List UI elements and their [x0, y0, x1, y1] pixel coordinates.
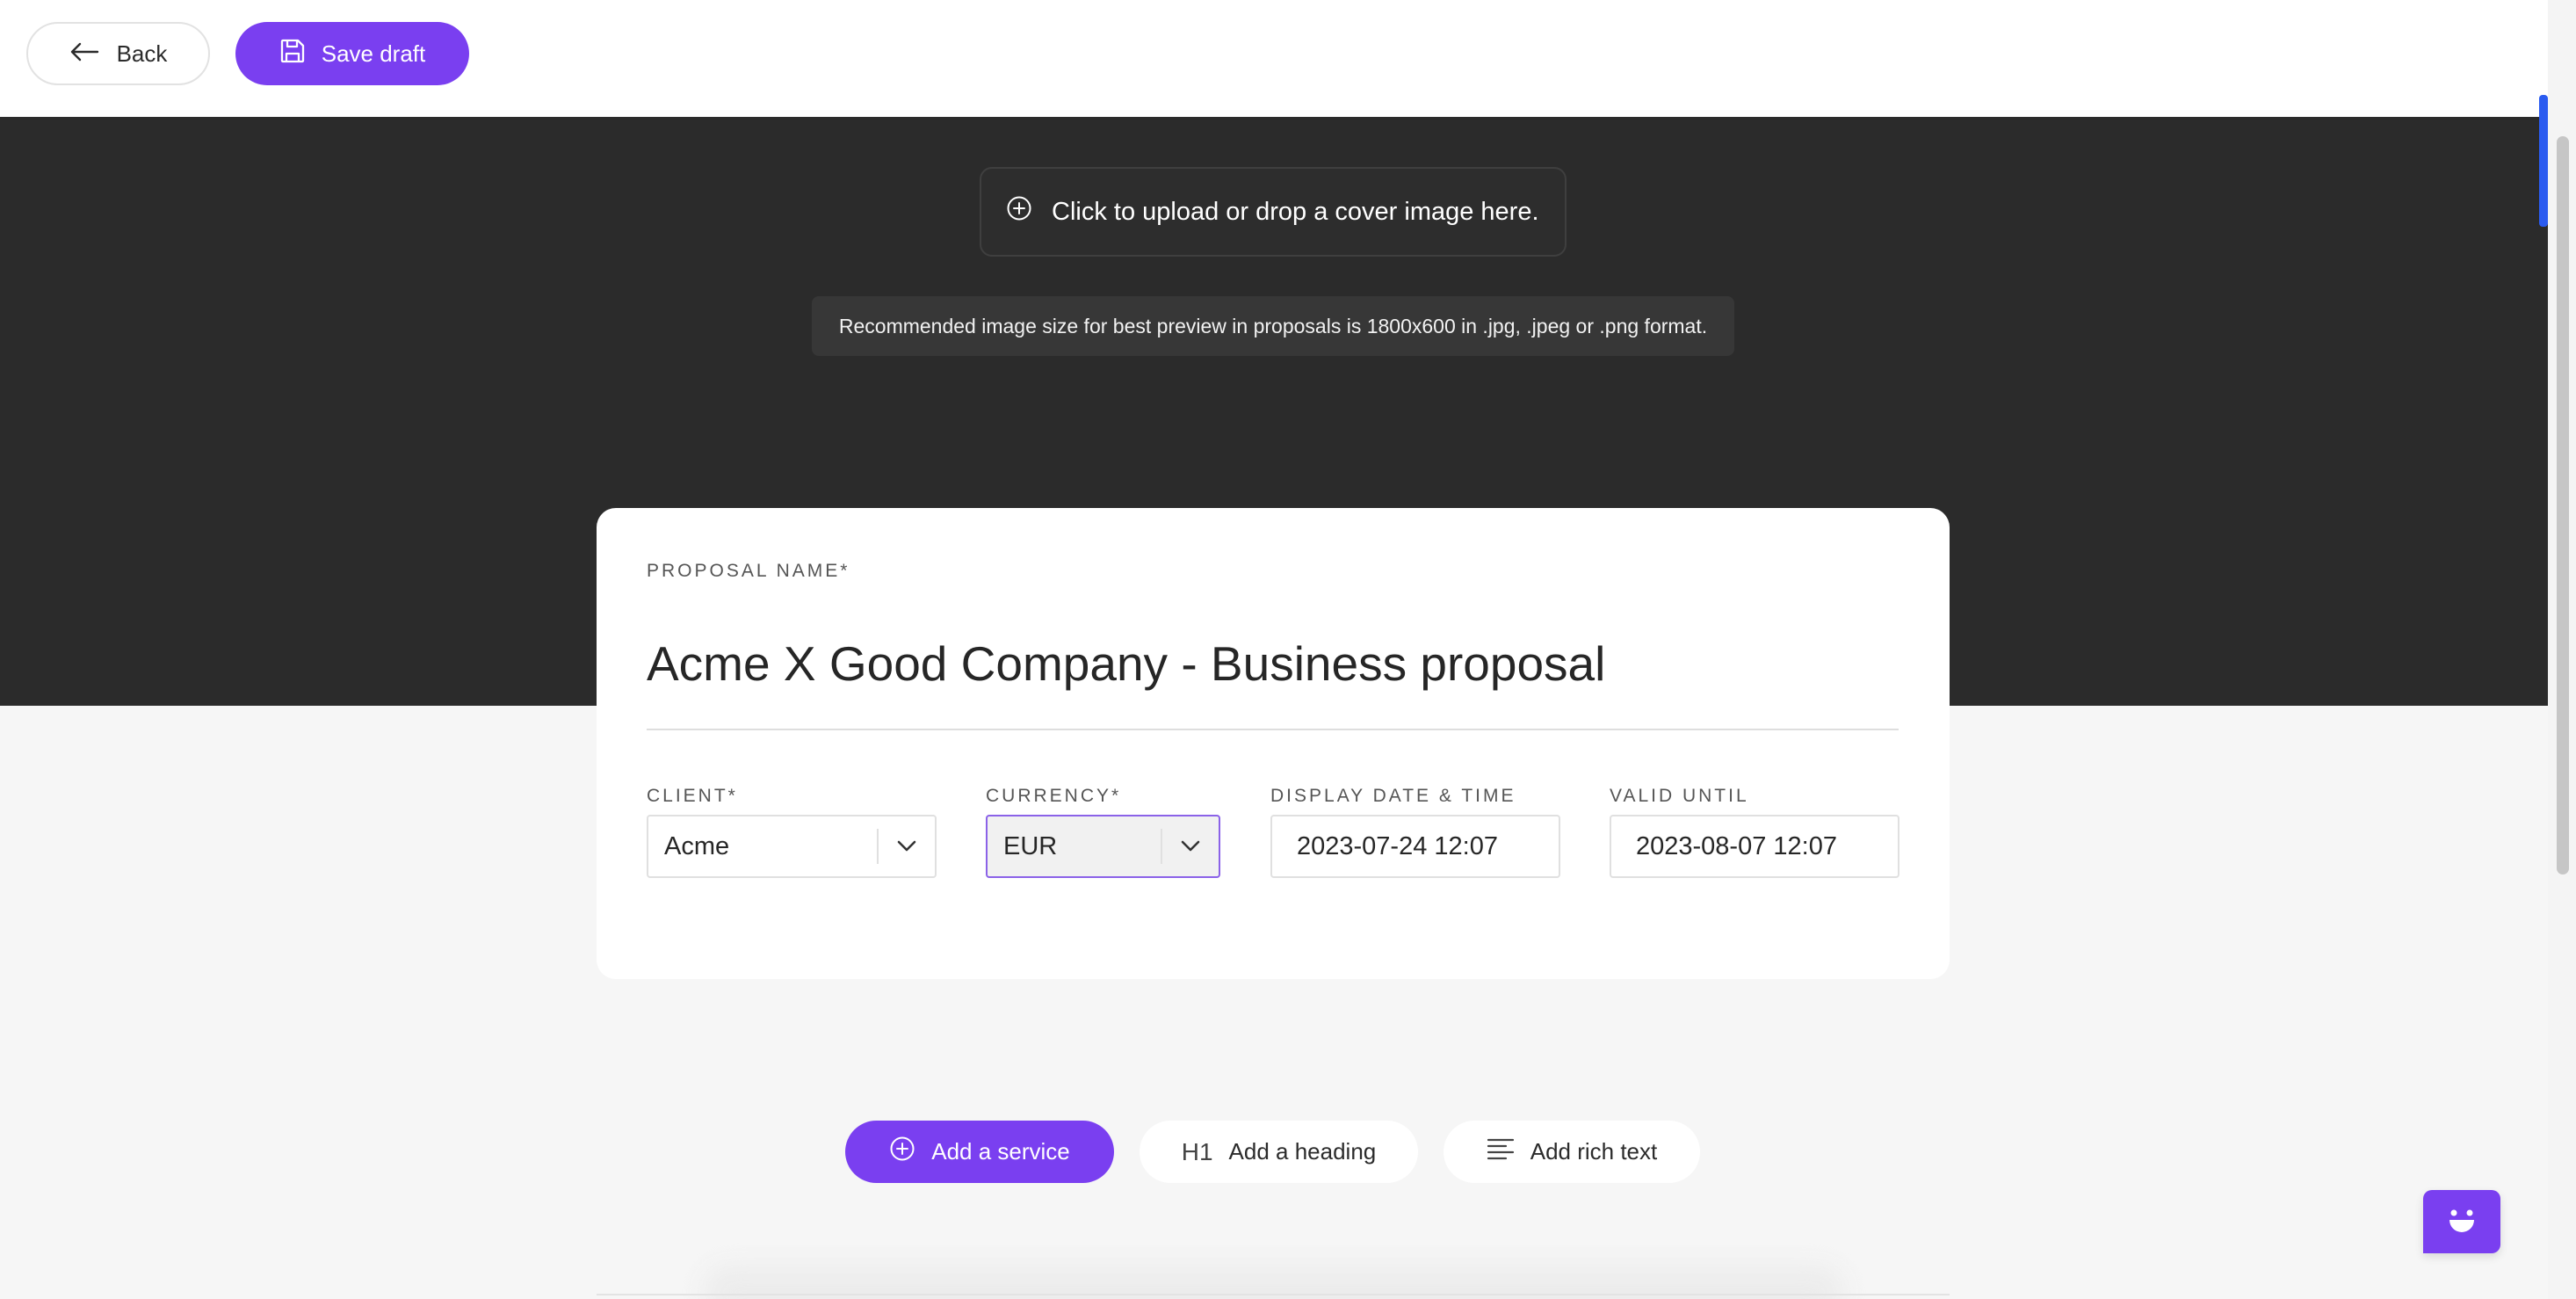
save-draft-button[interactable]: Save draft: [235, 22, 469, 85]
plus-circle-icon: [889, 1136, 915, 1168]
add-rich-text-label: Add rich text: [1530, 1138, 1658, 1165]
proposal-name-label: PROPOSAL NAME*: [647, 561, 850, 581]
client-value: Acme: [664, 831, 730, 860]
client-label: CLIENT*: [647, 786, 738, 806]
chevron-down-icon[interactable]: [879, 840, 935, 853]
add-heading-button[interactable]: H1 Add a heading: [1140, 1121, 1418, 1183]
chat-widget-button[interactable]: [2423, 1190, 2500, 1253]
next-section-edge: [597, 1294, 1950, 1295]
scrollbar-thumb[interactable]: [2557, 136, 2569, 874]
proposal-details-card: PROPOSAL NAME* Acme X Good Company - Bus…: [597, 508, 1950, 979]
display-date-value: 2023-07-24 12:07: [1297, 831, 1498, 860]
currency-select[interactable]: EUR: [986, 815, 1220, 878]
display-date-input[interactable]: 2023-07-24 12:07: [1270, 815, 1560, 878]
add-service-label: Add a service: [931, 1138, 1070, 1165]
scroll-position-indicator: [2539, 95, 2548, 227]
add-rich-text-button[interactable]: Add rich text: [1444, 1121, 1700, 1183]
top-toolbar: Back Save draft: [0, 0, 2548, 117]
text-lines-icon: [1487, 1137, 1515, 1166]
upload-label: Click to upload or drop a cover image he…: [1052, 197, 1539, 226]
arrow-left-icon: [69, 40, 99, 68]
back-button[interactable]: Back: [26, 22, 210, 85]
chevron-down-icon[interactable]: [1162, 840, 1219, 853]
currency-label: CURRENCY*: [986, 786, 1122, 806]
cover-upload-dropzone[interactable]: Click to upload or drop a cover image he…: [980, 167, 1567, 257]
currency-value: EUR: [1003, 831, 1058, 860]
add-heading-label: Add a heading: [1228, 1138, 1377, 1165]
add-service-button[interactable]: Add a service: [845, 1121, 1114, 1183]
display-date-label: DISPLAY DATE & TIME: [1270, 786, 1516, 806]
plus-circle-icon: [1006, 195, 1032, 229]
valid-until-label: VALID UNTIL: [1610, 786, 1749, 806]
cover-image-hint: Recommended image size for best preview …: [812, 296, 1734, 356]
proposal-name-underline: [647, 729, 1899, 730]
heading-h1-icon: H1: [1181, 1137, 1213, 1165]
valid-until-input[interactable]: 2023-08-07 12:07: [1610, 815, 1899, 878]
chat-bot-icon: [2442, 1205, 2481, 1239]
client-select[interactable]: Acme: [647, 815, 937, 878]
back-label: Back: [116, 40, 168, 67]
floppy-disk-icon: [279, 38, 306, 70]
proposal-name-input[interactable]: Acme X Good Company - Business proposal: [647, 635, 1899, 692]
valid-until-value: 2023-08-07 12:07: [1636, 831, 1837, 860]
save-draft-label: Save draft: [321, 40, 426, 67]
